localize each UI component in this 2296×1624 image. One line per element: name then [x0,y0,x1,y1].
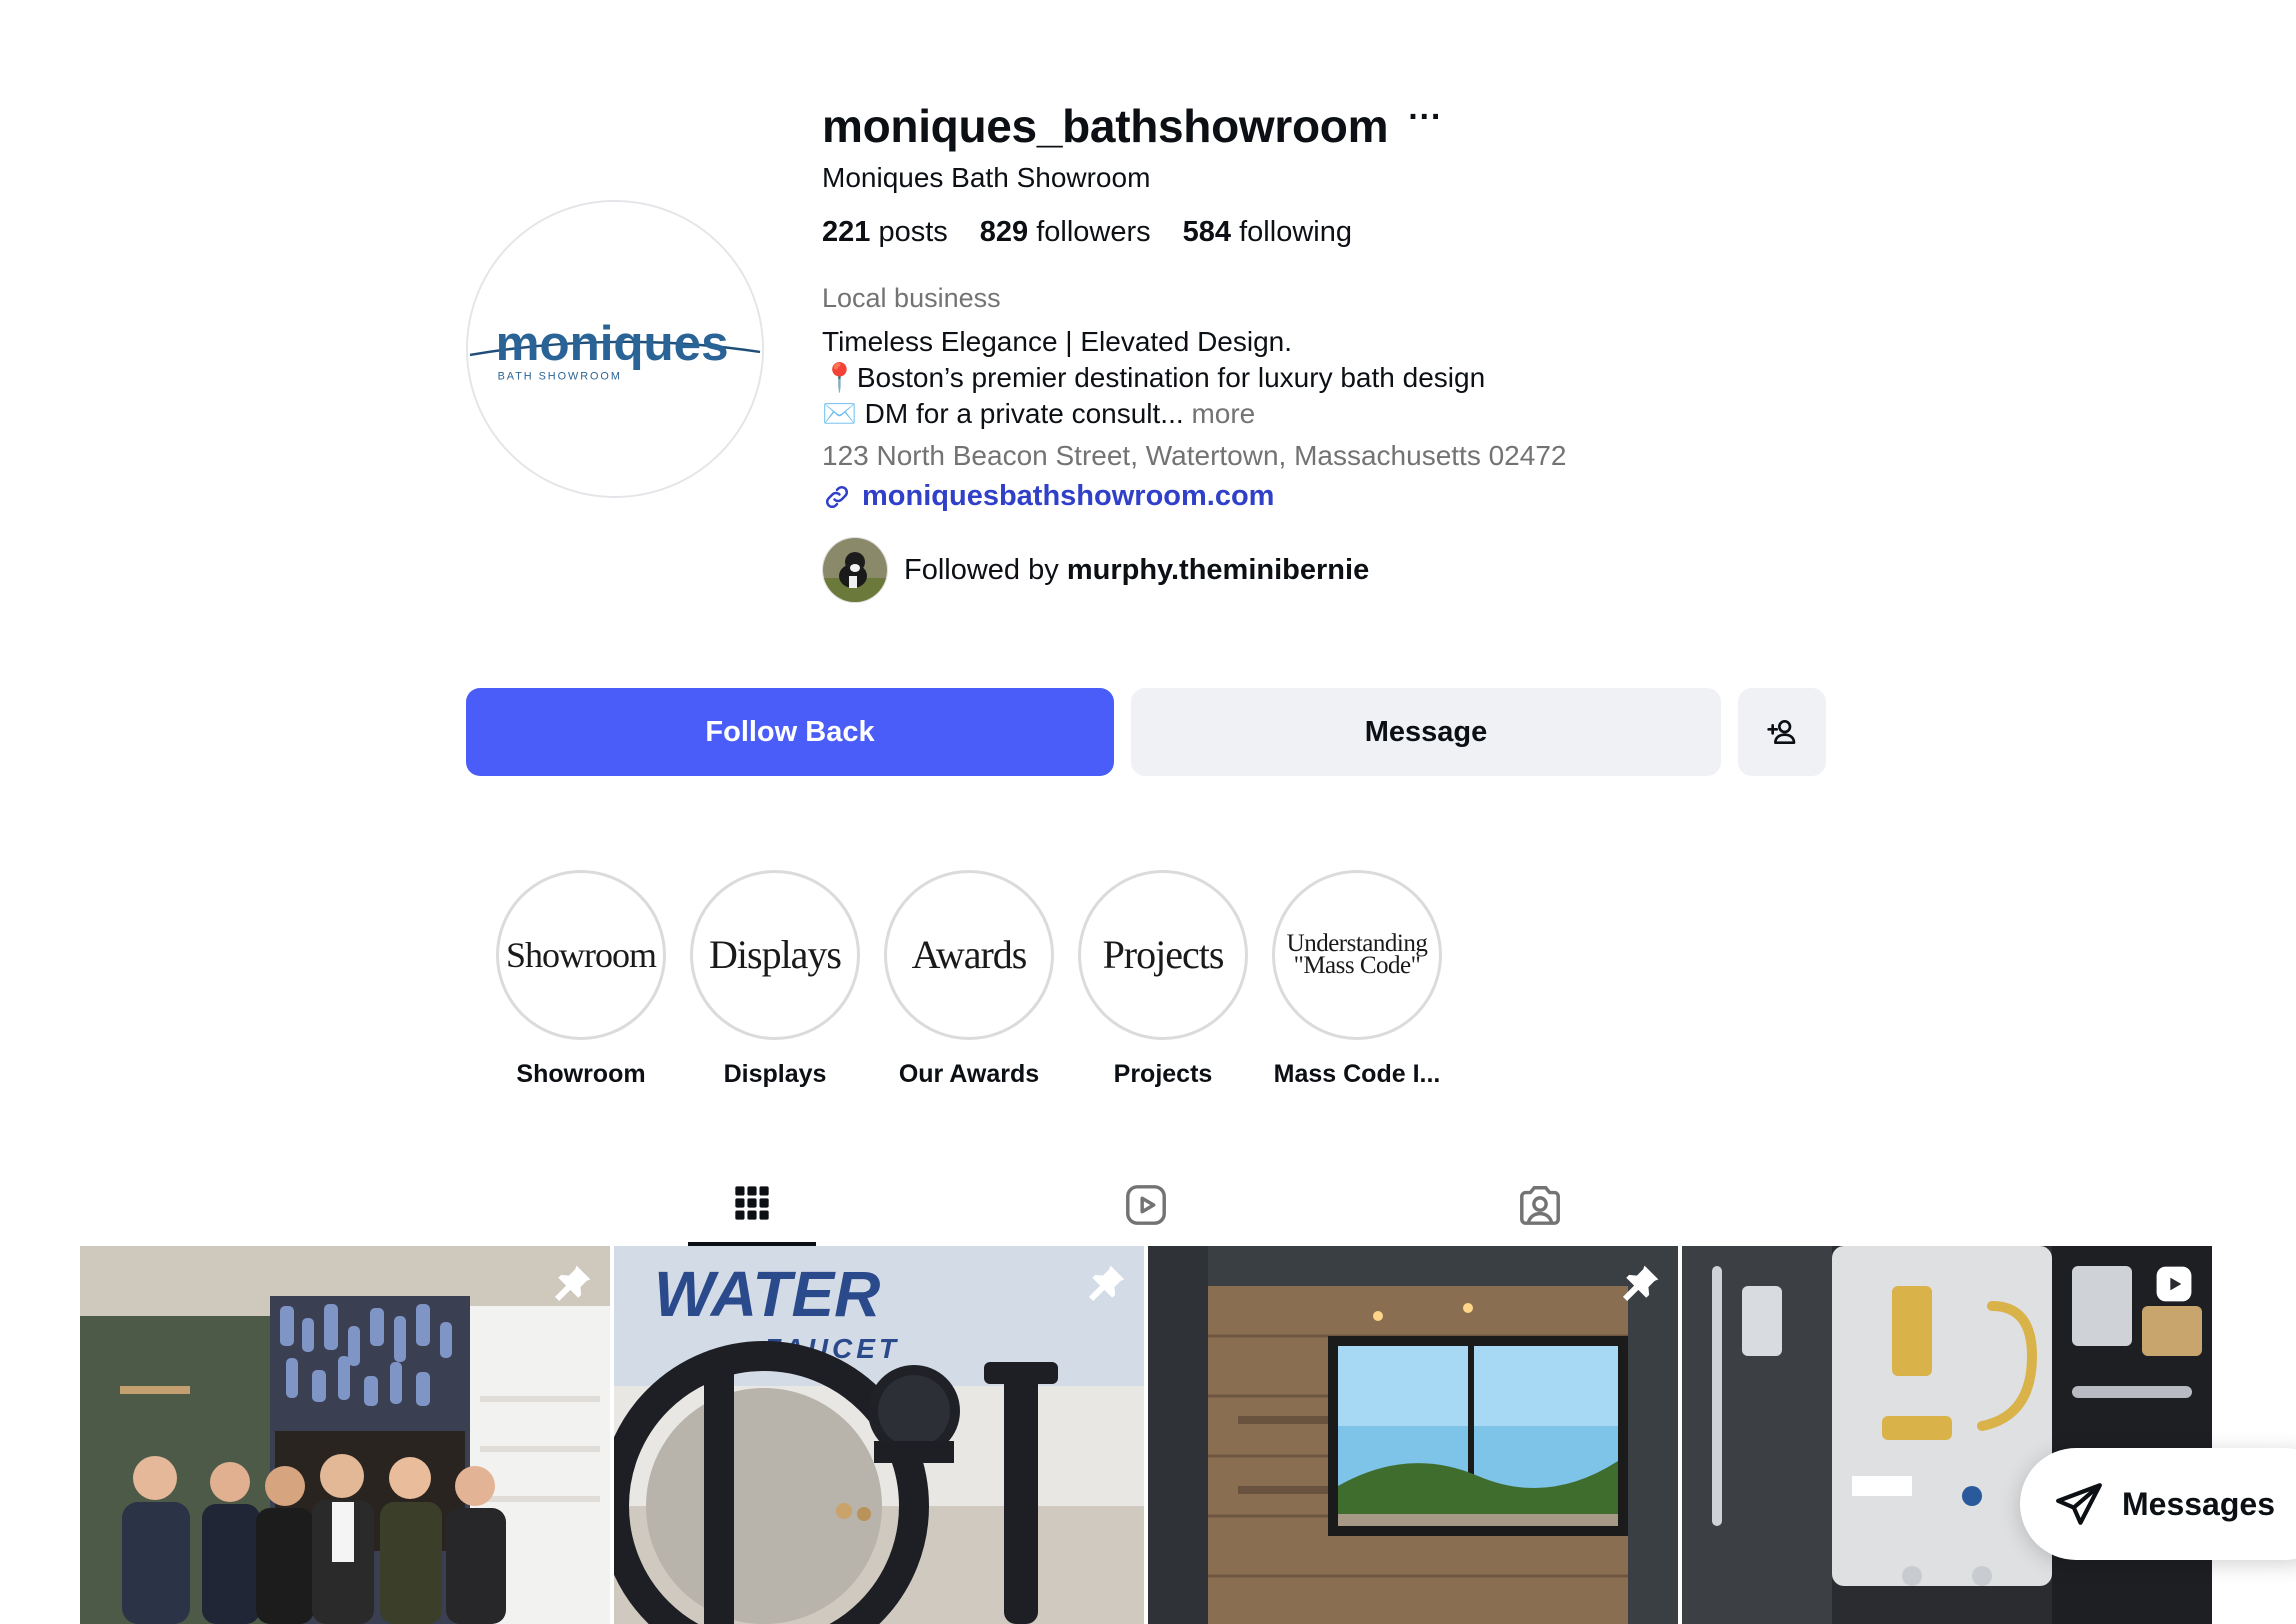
link-icon [825,485,849,508]
profile-info: moniques_bathshowroom ··· Moniques Bath … [822,96,1922,603]
person-add-icon [1767,720,1796,744]
grid-icon [735,1186,769,1220]
highlight-cover: Displays [690,870,860,1040]
svg-text:moniques: moniques [496,316,729,371]
suggested-users-button[interactable] [1738,688,1826,776]
post-image: WATER FAUCET [614,1246,1144,1624]
highlight-cover: Projects [1078,870,1248,1040]
messages-button[interactable]: Messages [2020,1448,2296,1560]
tab-posts[interactable] [688,1164,816,1246]
more-options-icon[interactable]: ··· [1408,100,1442,145]
moniques-logo: moniques BATH SHOWROOM [468,202,762,496]
business-category: Local business [822,283,1001,313]
posts-grid: WATER FAUCET [80,1246,2212,1624]
post-tile[interactable] [80,1246,610,1624]
follow-back-button[interactable]: Follow Back [466,688,1114,776]
post-image [1148,1246,1678,1624]
send-icon [2056,1483,2102,1525]
highlight-awards[interactable]: Awards Our Awards [881,870,1057,1089]
profile-stats: 221 posts 829 followers 584 following [822,216,1922,249]
highlight-displays[interactable]: Displays Displays [687,870,863,1089]
highlight-cover: Awards [884,870,1054,1040]
business-address[interactable]: 123 North Beacon Street, Watertown, Mass… [822,440,1922,472]
username: moniques_bathshowroom [822,100,1389,152]
highlight-cover: Understanding "Mass Code" [1272,870,1442,1040]
bio-line: Timeless Elegance | Elevated Design. [822,326,1293,357]
post-tile[interactable] [1682,1246,2212,1624]
highlight-label: Mass Code I... [1273,1060,1441,1088]
bio-line: ✉️ DM for a private consult... more [822,398,1256,429]
bio-more-link[interactable]: more [1191,398,1255,429]
website-link[interactable]: moniquesbathshowroom.com [822,480,1922,513]
profile-page: moniques BATH SHOWROOM moniques_bathshow… [0,0,2296,1624]
profile-avatar[interactable]: moniques BATH SHOWROOM [466,200,764,498]
tagged-icon [1520,1186,1560,1225]
post-tile[interactable] [1148,1246,1678,1624]
highlight-mass-code[interactable]: Understanding "Mass Code" Mass Code I... [1269,870,1445,1089]
post-image [80,1246,610,1624]
highlight-label: Displays [723,1060,827,1088]
post-image [1682,1246,2212,1624]
message-button[interactable]: Message [1131,688,1721,776]
svg-text:WATER: WATER [654,1258,880,1330]
follower-name: murphy.theminibernie [1066,553,1370,586]
tab-tagged[interactable] [1476,1164,1604,1246]
reels-icon [1126,1185,1166,1225]
tab-reels[interactable] [1082,1164,1210,1246]
post-tile[interactable]: WATER FAUCET [614,1246,1144,1624]
highlight-label: Projects [1113,1060,1213,1088]
highlight-showroom[interactable]: Showroom Showroom [493,870,669,1089]
pin-icon [1088,1265,1125,1302]
highlight-cover: Showroom [496,870,666,1040]
username-row: moniques_bathshowroom ··· [822,96,1922,156]
followed-by[interactable]: Followed by murphy.theminibernie [822,537,1922,603]
messages-label: Messages [2122,1485,2275,1522]
following-link[interactable]: 584 following [1183,216,1352,249]
bio-line: 📍Boston’s premier destination for luxury… [822,362,1486,393]
svg-text:BATH SHOWROOM: BATH SHOWROOM [498,371,622,383]
followers-link[interactable]: 829 followers [980,216,1151,249]
full-name: Moniques Bath Showroom [822,162,1151,193]
posts-count: 221 posts [822,216,948,248]
pin-icon [554,1265,591,1302]
pin-icon [1622,1265,1659,1302]
highlight-label: Our Awards [898,1060,1040,1088]
reel-icon [2156,1266,2192,1302]
highlight-projects[interactable]: Projects Projects [1075,870,1251,1089]
highlight-label: Showroom [516,1060,646,1088]
follower-avatar [822,537,888,603]
